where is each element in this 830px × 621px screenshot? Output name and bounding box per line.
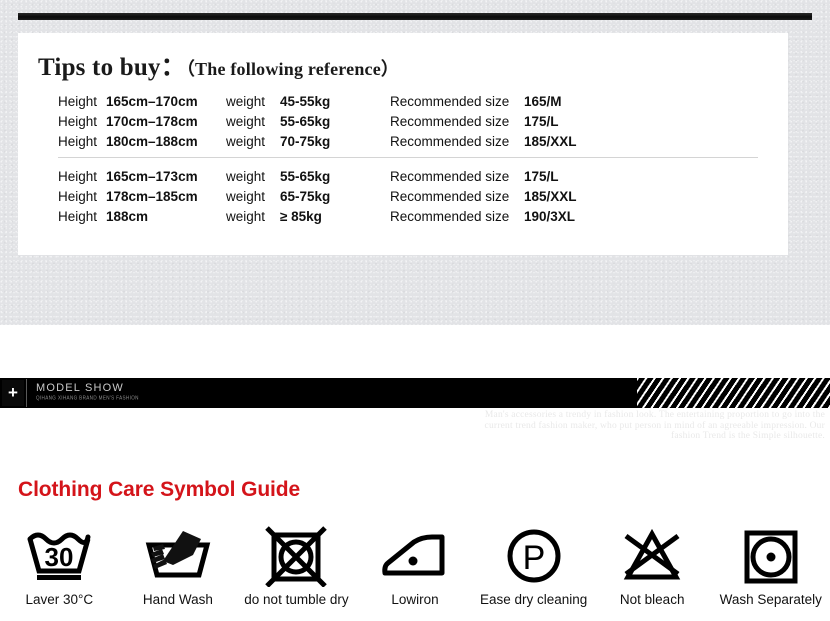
row-value-height: 170cm–178cm: [106, 114, 198, 129]
care-item-wash-separately: Wash Separately: [711, 524, 830, 607]
row-label-height: Height: [58, 209, 98, 224]
row-label-weight: weight: [226, 134, 266, 149]
row-label-recommended-size: Recommended size: [390, 189, 510, 204]
row-label-height: Height: [58, 189, 98, 204]
row-label-recommended-size: Recommended size: [390, 209, 510, 224]
care-guide-heading: Clothing Care Symbol Guide: [18, 478, 301, 501]
care-symbols-row: 30 Laver 30°C Hand Wash do not tumble dr…: [0, 524, 830, 607]
top-divider-bar: [18, 13, 812, 20]
row-value-weight: 45-55kg: [280, 94, 331, 109]
diagonal-stripes-decoration: [637, 378, 830, 408]
row-label-recommended-size: Recommended size: [390, 114, 510, 129]
care-label: Lowiron: [391, 592, 439, 607]
row-value-weight: 55-65kg: [280, 114, 331, 129]
banner-divider: [26, 379, 27, 407]
size-guide-section: Tips to buy：（The following reference） He…: [0, 0, 830, 325]
row-value-size: 175/L: [524, 169, 559, 184]
banner-subtitle: QIHANG XIHANG BRAND MEN'S FASHION: [36, 395, 139, 401]
row-label-weight: weight: [226, 209, 266, 224]
section-spacer: [0, 325, 830, 378]
table-row: Height 165cm–170cm weight 45-55kg Recommende…: [58, 92, 758, 112]
banner-title: MODEL SHOW: [36, 382, 124, 394]
row-value-weight: 70-75kg: [280, 134, 331, 149]
row-value-weight: 65-75kg: [280, 189, 331, 204]
table-row: Height 170cm–178cm weight 55-65kg Recommende…: [58, 112, 758, 132]
row-value-size: 190/3XL: [524, 209, 576, 224]
table-row: Height 180cm–188cm weight 70-75kg Recommende…: [58, 132, 758, 152]
hand-wash-icon: [119, 524, 238, 588]
care-label: do not tumble dry: [244, 592, 349, 607]
wash-tub-30-icon: 30: [0, 524, 119, 588]
row-value-height: 178cm–185cm: [106, 189, 198, 204]
care-label: Not bleach: [619, 592, 685, 607]
row-value-size: 185/XXL: [524, 134, 577, 149]
care-item-dry-cleaning: P Ease dry cleaning: [474, 524, 593, 607]
row-value-size: 165/M: [524, 94, 562, 109]
model-show-banner: + MODEL SHOW QIHANG XIHANG BRAND MEN'S F…: [0, 378, 830, 408]
plus-icon[interactable]: +: [2, 380, 24, 406]
row-value-height: 188cm: [106, 209, 149, 224]
row-value-weight: ≥ 85kg: [280, 209, 322, 224]
row-value-size: 185/XXL: [524, 189, 577, 204]
size-guide-card: Tips to buy：（The following reference） He…: [18, 33, 788, 255]
tips-title-sub: （The following reference）: [185, 59, 400, 79]
table-row: Height 178cm–185cm weight 65-75kg Recommende…: [58, 187, 758, 207]
table-row: Height 188cm weight ≥ 85kg Recommended size 1…: [58, 207, 758, 227]
svg-text:30: 30: [45, 542, 74, 572]
row-label-recommended-size: Recommended size: [390, 169, 510, 184]
row-label-weight: weight: [226, 94, 266, 109]
care-item-laver-30: 30 Laver 30°C: [0, 524, 119, 607]
row-label-height: Height: [58, 169, 98, 184]
row-value-height: 165cm–173cm: [106, 169, 198, 184]
care-label: Hand Wash: [142, 592, 213, 607]
table-row: Height 165cm–173cm weight 55-65kg Recommende…: [58, 167, 758, 187]
size-table-group-1: Height 165cm–170cm weight 45-55kg Recommende…: [58, 92, 758, 152]
table-group-divider: [58, 157, 758, 158]
wash-separately-icon: [711, 524, 830, 588]
low-iron-icon: [356, 524, 475, 588]
row-value-height: 180cm–188cm: [106, 134, 198, 149]
svg-text:P: P: [522, 539, 545, 577]
do-not-tumble-dry-icon: [237, 524, 356, 588]
row-label-height: Height: [58, 134, 98, 149]
row-value-height: 165cm–170cm: [106, 94, 198, 109]
ghost-marketing-copy: Man's accessories a trendy in fashion lo…: [484, 410, 825, 441]
care-item-not-bleach: Not bleach: [593, 524, 712, 607]
row-value-weight: 55-65kg: [280, 169, 331, 184]
care-item-do-not-tumble-dry: do not tumble dry: [237, 524, 356, 607]
care-label: Ease dry cleaning: [479, 592, 588, 607]
row-label-height: Height: [58, 94, 98, 109]
row-label-height: Height: [58, 114, 98, 129]
page-title: Tips to buy：（The following reference）: [38, 47, 399, 83]
row-value-size: 175/L: [524, 114, 559, 129]
tips-title-main: Tips to buy：: [38, 54, 186, 81]
care-label: Wash Separately: [719, 592, 822, 607]
do-not-bleach-icon: [593, 524, 712, 588]
dry-clean-p-icon: P: [474, 524, 593, 588]
row-label-recommended-size: Recommended size: [390, 134, 510, 149]
size-table-group-2: Height 165cm–173cm weight 55-65kg Recommende…: [58, 167, 758, 227]
care-item-hand-wash: Hand Wash: [119, 524, 238, 607]
care-label: Laver 30°C: [25, 592, 94, 607]
care-item-low-iron: Lowiron: [356, 524, 475, 607]
row-label-weight: weight: [226, 189, 266, 204]
row-label-recommended-size: Recommended size: [390, 94, 510, 109]
row-label-weight: weight: [226, 169, 266, 184]
row-label-weight: weight: [226, 114, 266, 129]
